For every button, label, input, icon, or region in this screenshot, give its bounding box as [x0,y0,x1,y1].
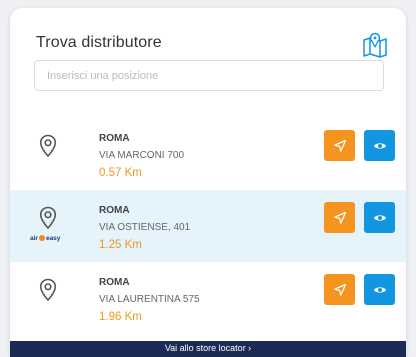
store-city: ROMA [99,133,130,144]
store-list: ROMA VIA MARCONI 700 0.57 Km air easy RO… [10,118,406,334]
brand-logo: air easy [30,235,68,245]
navigation-arrow-icon [333,211,346,224]
view-store-button[interactable] [364,130,395,161]
store-locator-card: Trova distributore ROMA VIA MARCONI 700 … [10,8,406,357]
store-distance: 0.57 Km [99,167,142,179]
eye-icon [373,286,386,293]
map-pin-icon[interactable] [360,30,390,58]
eye-icon [373,214,386,221]
navigate-button[interactable] [324,202,355,233]
store-distance: 1.25 Km [99,239,142,251]
navigate-button[interactable] [324,130,355,161]
brand-suffix: easy [45,235,61,242]
location-pin-icon [39,278,57,302]
location-pin-icon [39,134,57,158]
store-list-item[interactable]: ROMA VIA MARCONI 700 0.57 Km [10,118,406,190]
brand-dot-icon [38,235,45,242]
view-store-button[interactable] [364,274,395,305]
page-title: Trova distributore [36,34,162,51]
store-city: ROMA [99,205,130,216]
navigation-arrow-icon [333,283,346,296]
store-list-item[interactable]: air easy ROMA VIA OSTIENSE, 401 1.25 Km [10,190,406,262]
store-distance: 1.96 Km [99,311,142,323]
store-city: ROMA [99,277,130,288]
eye-icon [373,142,386,149]
navigate-button[interactable] [324,274,355,305]
store-address: VIA LAURENTINA 575 [99,294,200,305]
store-address: VIA OSTIENSE, 401 [99,222,191,233]
search-input[interactable] [34,60,384,91]
view-store-button[interactable] [364,202,395,233]
store-locator-header: Trova distributore [10,8,406,118]
location-pin-icon [39,206,57,230]
store-address: VIA MARCONI 700 [99,150,185,161]
store-list-item[interactable]: ROMA VIA LAURENTINA 575 1.96 Km [10,262,406,334]
store-locator-link[interactable]: Vai allo store locator › [10,341,406,357]
navigation-arrow-icon [333,139,346,152]
brand-prefix: air [30,235,38,242]
